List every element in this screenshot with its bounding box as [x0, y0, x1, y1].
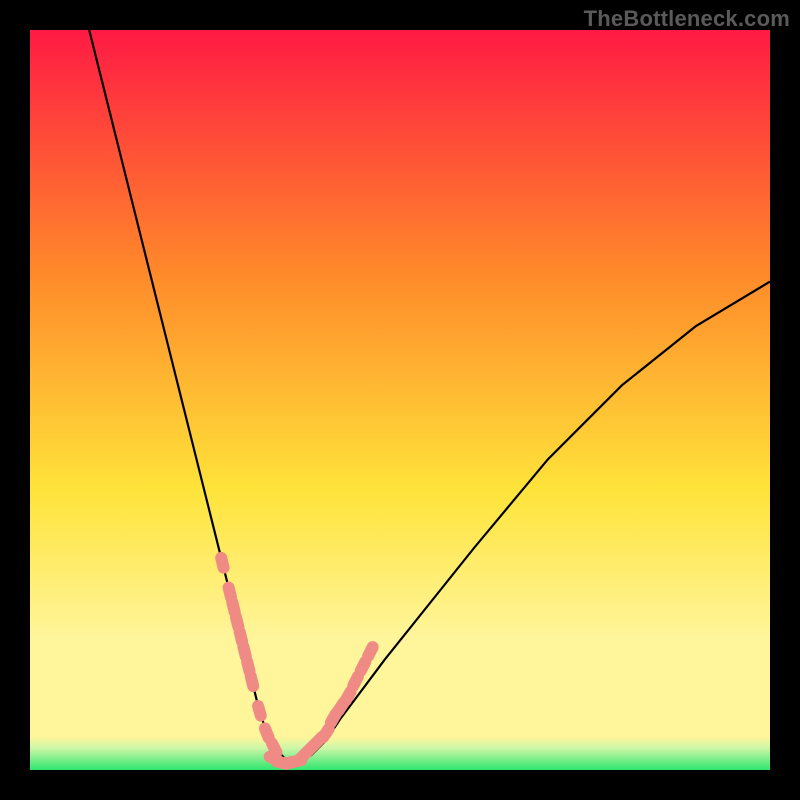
plot-svg: [30, 30, 770, 770]
plot-area: [30, 30, 770, 770]
attribution-text: TheBottleneck.com: [584, 6, 790, 32]
chart-frame: TheBottleneck.com: [0, 0, 800, 800]
gradient-bg: [30, 30, 770, 770]
